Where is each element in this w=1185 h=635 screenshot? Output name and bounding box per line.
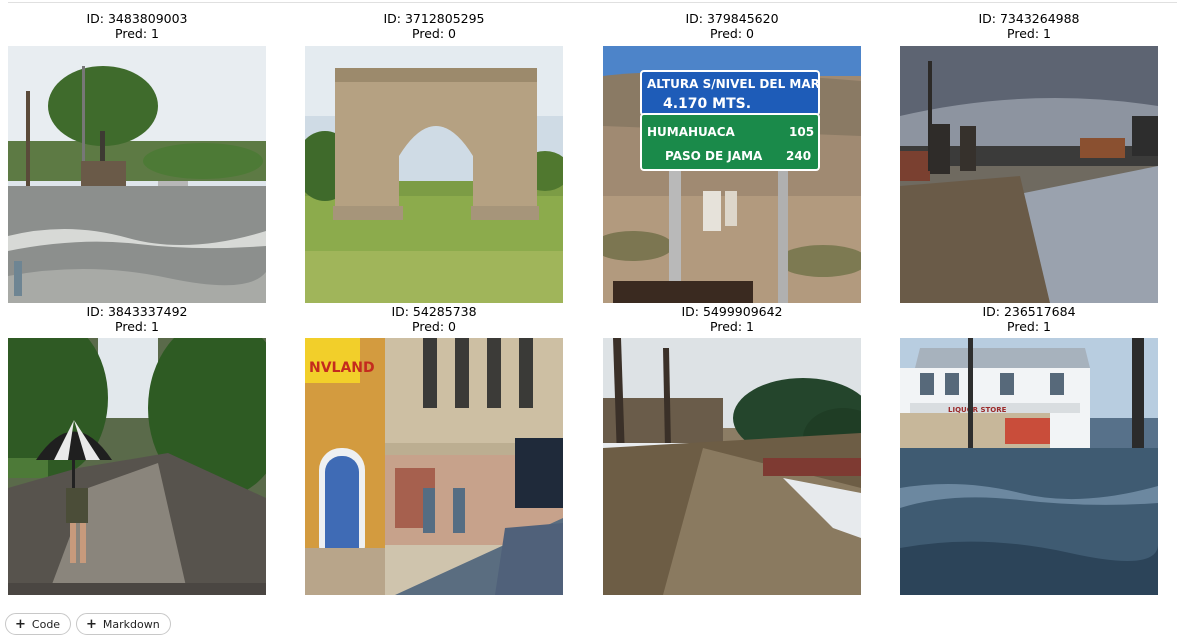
add-markdown-cell-button[interactable]: + Markdown	[76, 613, 171, 635]
image-id-label: ID: 236517684	[982, 304, 1076, 319]
prediction-label: Pred: 1	[115, 26, 159, 41]
sign-line-3-left: HUMAHUACA	[647, 125, 736, 139]
add-cell-toolbar: + Code + Markdown	[0, 605, 1185, 635]
sign-line-3-right: 105	[789, 125, 814, 139]
prediction-label: Pred: 1	[1007, 26, 1051, 41]
gallery-item: ID: 3712805295 Pred: 0	[305, 11, 563, 303]
prediction-label: Pred: 0	[412, 319, 456, 334]
sign-line-4-right: 240	[786, 149, 811, 163]
shop-sign-text: NVLAND	[309, 360, 375, 376]
flooded-store-image: LIQUOR STORE	[900, 338, 1158, 595]
prediction-label: Pred: 0	[710, 26, 754, 41]
add-code-label: Code	[31, 617, 61, 631]
old-building-image: NVLAND	[305, 338, 563, 595]
sign-line-2: 4.170 MTS.	[663, 96, 751, 112]
gallery-item: ID: 3843337492 Pred: 1	[8, 304, 266, 595]
gallery-item: ID: 54285738 Pred: 0 NVLAND	[305, 304, 563, 595]
gallery-item: ID: 379845620 Pred: 0 ALTURA S/NIVEL DEL…	[603, 11, 861, 303]
gallery-item: ID: 7343264988 Pred: 1	[900, 11, 1158, 303]
umbrella-street-image	[8, 338, 266, 595]
flooded-road-image	[900, 46, 1158, 303]
add-markdown-label: Markdown	[102, 617, 160, 631]
flooded-street-image	[8, 46, 266, 303]
plus-icon: +	[86, 616, 97, 632]
sign-line-4-left: PASO DE JAMA	[665, 149, 763, 163]
image-id-label: ID: 3843337492	[86, 304, 188, 319]
image-id-label: ID: 3712805295	[383, 11, 485, 26]
gallery-item: ID: 3483809003 Pred: 1	[8, 11, 266, 303]
image-id-label: ID: 3483809003	[86, 11, 188, 26]
add-code-cell-button[interactable]: + Code	[5, 613, 72, 635]
cell-output-image-grid: ID: 3483809003 Pred: 1 ID: 3712805295 Pr…	[0, 0, 1185, 605]
prediction-label: Pred: 1	[115, 319, 159, 334]
store-sign-text: LIQUOR STORE	[948, 406, 1007, 414]
gallery-item: ID: 236517684 Pred: 1 LIQUOR STORE	[900, 304, 1158, 595]
prediction-label: Pred: 0	[412, 26, 456, 41]
image-id-label: ID: 5499909642	[681, 304, 783, 319]
image-id-label: ID: 379845620	[685, 11, 779, 26]
sign-line-1: ALTURA S/NIVEL DEL MAR	[647, 77, 820, 91]
gallery-item: ID: 5499909642 Pred: 1	[603, 304, 861, 595]
prediction-label: Pred: 1	[710, 319, 754, 334]
plus-icon: +	[15, 616, 26, 632]
stone-arch-image	[305, 46, 563, 303]
flooded-river-image	[603, 338, 861, 595]
prediction-label: Pred: 1	[1007, 319, 1051, 334]
image-id-label: ID: 54285738	[391, 304, 477, 319]
image-id-label: ID: 7343264988	[978, 11, 1080, 26]
road-sign-image: ALTURA S/NIVEL DEL MAR 4.170 MTS. HUMAHU…	[603, 46, 861, 303]
